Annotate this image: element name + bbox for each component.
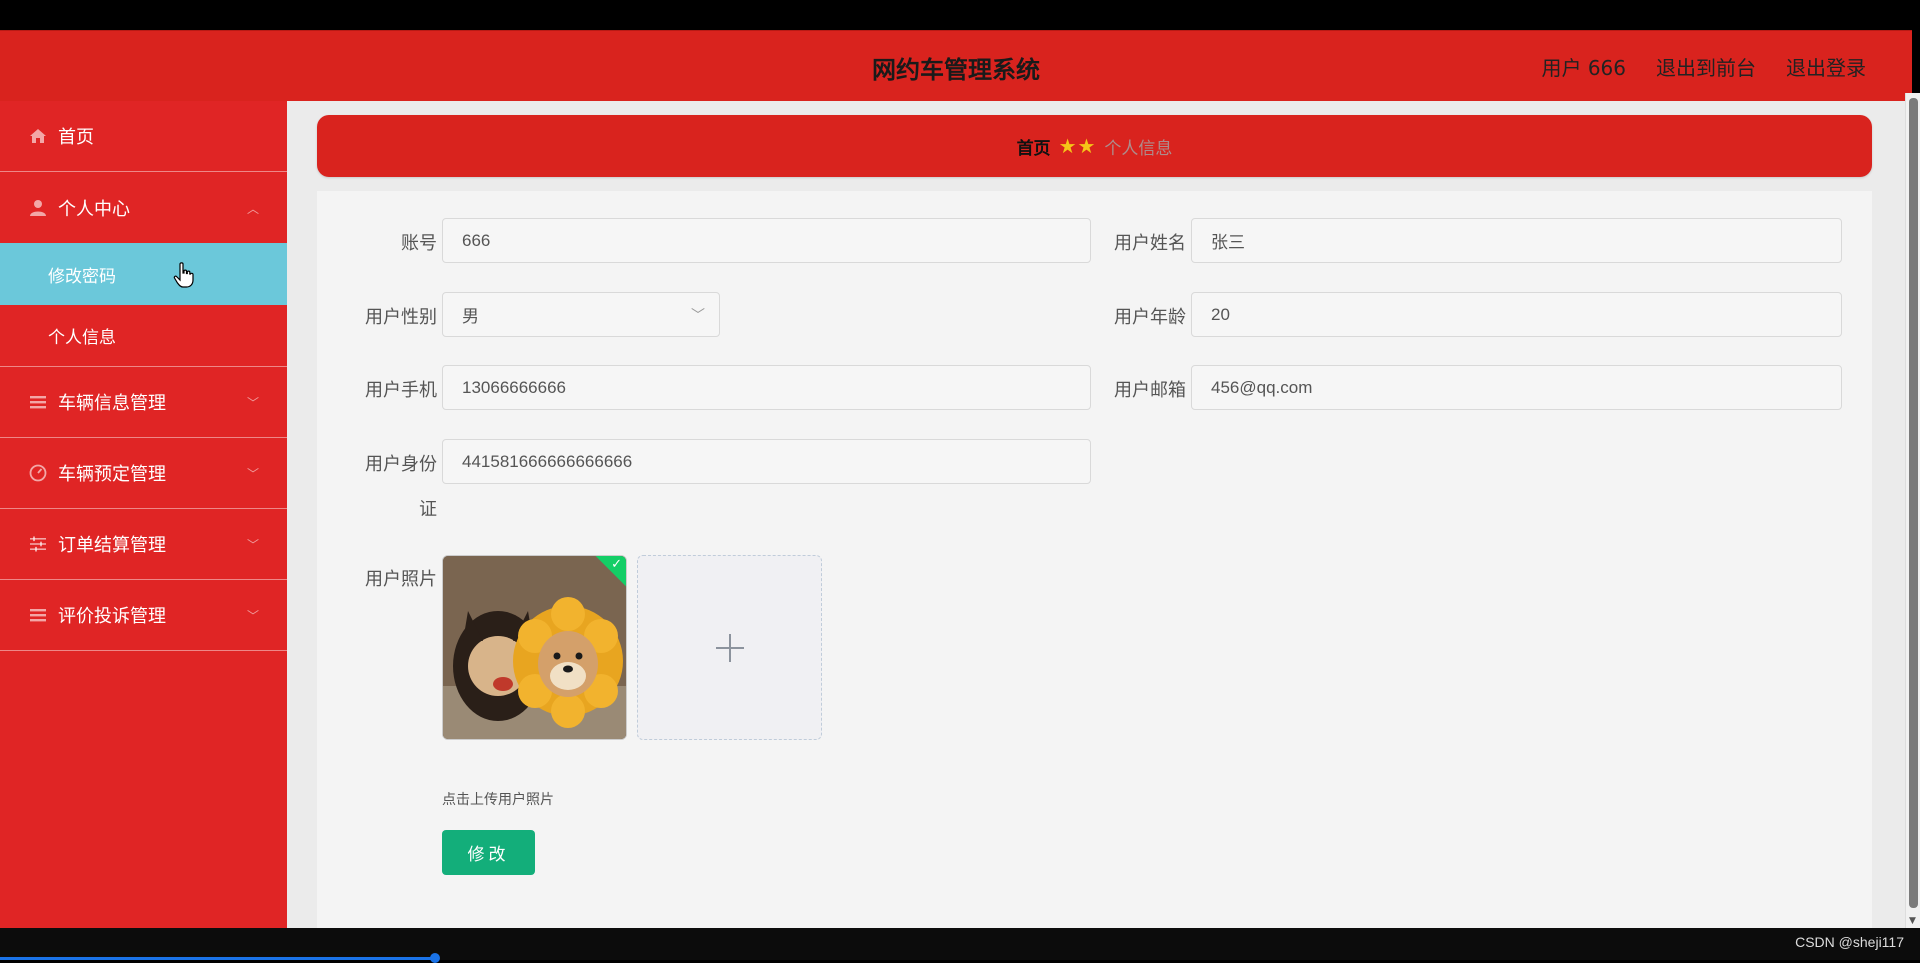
video-status-bar: CSDN @sheji117 — [0, 928, 1920, 963]
account-field[interactable]: 666 — [442, 218, 1091, 263]
gender-selected-value: 男 — [462, 307, 479, 326]
chevron-down-icon: ﹀ — [246, 467, 259, 481]
name-label: 用户姓名 — [1114, 233, 1186, 254]
chevron-down-icon: ﹀ — [246, 609, 259, 623]
star-icon: ★★ — [1058, 134, 1097, 158]
sidebar-item-label: 首页 — [58, 127, 94, 148]
email-label: 用户邮箱 — [1114, 380, 1186, 401]
app-window: 网约车管理系统 用户 666 退出到前台 退出登录 首页 个人中心 ︿ 修改密码… — [0, 0, 1920, 963]
profile-form: 账号 666 用户姓名 张三 用户性别 男 ﹀ 用户年龄 20 用户手机 130… — [317, 191, 1872, 928]
account-label: 账号 — [401, 233, 437, 254]
breadcrumb-current: 个人信息 — [1104, 138, 1173, 159]
home-icon — [28, 126, 48, 146]
user-icon — [28, 198, 48, 218]
breadcrumb: 首页 ★★ 个人信息 — [317, 115, 1872, 177]
idcard-label-wrap: 证 — [419, 499, 437, 520]
sidebar-item-label: 评价投诉管理 — [58, 606, 166, 627]
upload-tip: 点击上传用户照片 — [442, 792, 554, 808]
age-field[interactable]: 20 — [1191, 292, 1842, 337]
page-scrollbar[interactable]: ▼ — [1905, 93, 1920, 928]
gender-label: 用户性别 — [365, 307, 437, 328]
chevron-down-icon: ﹀ — [691, 307, 705, 323]
chevron-down-icon: ﹀ — [246, 538, 259, 552]
sidebar-subitem-change-password[interactable]: 修改密码 — [0, 243, 287, 305]
age-label: 用户年龄 — [1114, 307, 1186, 328]
current-user-label[interactable]: 用户 666 — [1541, 52, 1626, 81]
phone-field[interactable]: 13066666666 — [442, 365, 1091, 410]
hand-cursor-icon — [173, 262, 194, 288]
sliders-icon — [28, 534, 48, 554]
chevron-up-icon: ︿ — [246, 201, 259, 216]
top-header: 网约车管理系统 用户 666 退出到前台 退出登录 — [0, 30, 1912, 101]
watermark-text: CSDN @sheji117 — [1795, 934, 1904, 950]
name-field[interactable]: 张三 — [1191, 218, 1842, 263]
list-icon — [28, 392, 48, 412]
sidebar-item-label: 车辆预定管理 — [58, 464, 166, 485]
sidebar-item-home[interactable]: 首页 — [0, 101, 287, 172]
sidebar-item-review-complaint[interactable]: 评价投诉管理 ﹀ — [0, 580, 287, 651]
upload-add-button[interactable] — [637, 555, 822, 740]
sidebar-item-label: 订单结算管理 — [58, 535, 166, 556]
list-icon — [28, 605, 48, 625]
phone-label: 用户手机 — [365, 380, 437, 401]
sidebar-item-order-settlement[interactable]: 订单结算管理 ﹀ — [0, 509, 287, 580]
chevron-down-icon: ﹀ — [246, 396, 259, 410]
top-links: 用户 666 退出到前台 退出登录 — [1541, 52, 1866, 81]
logout-link[interactable]: 退出登录 — [1786, 52, 1866, 81]
breadcrumb-home[interactable]: 首页 — [1017, 134, 1051, 159]
video-progress-knob[interactable] — [430, 953, 440, 963]
scrollbar-thumb[interactable] — [1909, 98, 1918, 908]
idcard-label: 用户身份 — [365, 454, 437, 475]
sidebar: 首页 个人中心 ︿ 修改密码 个人信息 车辆信息管理 ﹀ 车辆预定管理 ﹀ 订单… — [0, 101, 287, 928]
user-photo-thumbnail[interactable]: ✓ — [442, 555, 627, 740]
sidebar-item-personal-center[interactable]: 个人中心 ︿ — [0, 172, 287, 243]
sidebar-subitem-label: 个人信息 — [48, 328, 116, 348]
plus-icon — [715, 633, 744, 662]
scroll-down-arrow-icon[interactable]: ▼ — [1909, 916, 1916, 926]
dogs-photo-image — [443, 556, 626, 739]
check-icon: ✓ — [611, 557, 622, 572]
sidebar-item-label: 个人中心 — [58, 198, 130, 220]
sidebar-subitem-personal-info[interactable]: 个人信息 — [0, 305, 287, 367]
photo-label: 用户照片 — [365, 569, 437, 590]
gauge-icon — [28, 463, 48, 483]
email-field[interactable]: 456@qq.com — [1191, 365, 1842, 410]
gender-select[interactable]: 男 ﹀ — [442, 292, 720, 337]
submit-button[interactable]: 修改 — [442, 830, 535, 875]
exit-to-front-link[interactable]: 退出到前台 — [1656, 52, 1756, 81]
sidebar-subitem-label: 修改密码 — [48, 266, 116, 287]
main-content: 首页 ★★ 个人信息 账号 666 用户姓名 张三 用户性别 男 ﹀ 用户年龄 … — [287, 101, 1905, 928]
sidebar-item-label: 车辆信息管理 — [58, 393, 166, 414]
idcard-field[interactable]: 441581666666666666 — [442, 439, 1091, 484]
sidebar-item-vehicle-booking[interactable]: 车辆预定管理 ﹀ — [0, 438, 287, 509]
sidebar-item-vehicle-info[interactable]: 车辆信息管理 ﹀ — [0, 367, 287, 438]
